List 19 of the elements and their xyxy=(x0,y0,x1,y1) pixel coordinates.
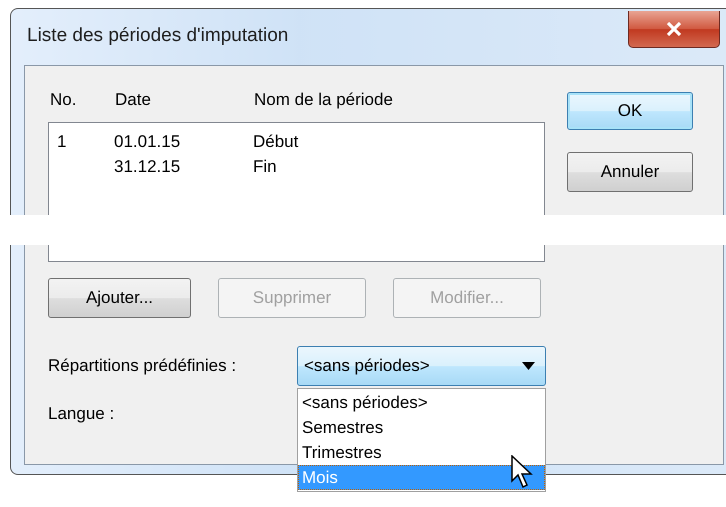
field-label: Langue : xyxy=(48,404,114,424)
menu-item[interactable]: Trimestres xyxy=(298,440,545,465)
table-cell-text: Début xyxy=(253,131,300,153)
menu-item[interactable]: Semestres xyxy=(298,415,545,440)
menu-item[interactable]: <sans périodes> xyxy=(298,390,545,415)
cursor-icon xyxy=(511,455,533,489)
column-header[interactable]: Date xyxy=(115,90,254,110)
close-icon xyxy=(666,22,682,36)
column-header[interactable]: Nom de la période xyxy=(254,90,545,110)
field-label: Répartitions prédéfinies : xyxy=(48,356,238,376)
table-cell-text: Fin xyxy=(253,156,278,178)
cancel-button[interactable]: Annuler xyxy=(567,152,693,192)
window-title: Liste des périodes d'imputation xyxy=(27,25,288,47)
ok-button[interactable]: OK xyxy=(567,92,693,130)
action-button[interactable]: Ajouter... xyxy=(48,278,191,318)
caret-icon xyxy=(522,362,535,370)
column-header[interactable]: No. xyxy=(50,90,115,110)
dropdown[interactable]: <sans périodes> xyxy=(297,346,546,386)
close-button[interactable] xyxy=(628,11,720,48)
